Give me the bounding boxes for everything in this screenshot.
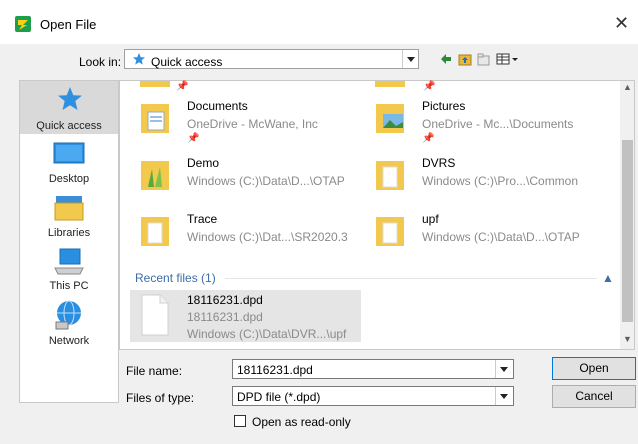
chevron-down-icon (500, 394, 508, 399)
close-icon[interactable]: ✕ (614, 13, 629, 34)
recent-file-path: Windows (C:)\Data\DVR...\upf (187, 327, 347, 341)
pin-icon[interactable]: 📌 (422, 133, 434, 144)
sidebar-item-libraries[interactable]: Libraries (20, 194, 118, 242)
files-of-type-select[interactable]: DPD file (*.dpd) (232, 386, 514, 406)
open-button[interactable]: Open (552, 357, 636, 380)
folder-item-dvrs[interactable]: DVRS Windows (C:)\Pro...\Common (371, 153, 611, 203)
scroll-up-icon[interactable]: ▲ (623, 82, 632, 92)
sidebar-item-this-pc[interactable]: This PC (20, 248, 118, 296)
file-name-dropdown-button[interactable] (495, 360, 511, 378)
folder-icon (141, 217, 169, 246)
star-icon (58, 87, 82, 110)
folder-item-upf[interactable]: upf Windows (C:)\Data\D...\OTAP (371, 209, 611, 259)
up-folder-icon[interactable] (458, 52, 472, 66)
folder-path: Windows (C:)\Dat...\SR2020.3 (187, 230, 348, 244)
files-of-type-label: Files of type: (126, 391, 195, 405)
folder-item-documents[interactable]: Documents OneDrive - McWane, Inc 📌 (136, 96, 366, 146)
files-of-type-value: DPD file (*.dpd) (237, 390, 321, 404)
documents-folder-icon (141, 104, 169, 133)
pin-icon[interactable]: 📌 (423, 81, 435, 92)
sidebar-item-network[interactable]: Network (20, 300, 118, 350)
folder-icon (375, 81, 405, 87)
quick-access-star-icon (133, 53, 145, 65)
app-icon (15, 16, 31, 32)
document-icon (141, 294, 169, 336)
divider (225, 278, 597, 279)
back-arrow-icon[interactable] (440, 52, 452, 66)
folder-path: Windows (C:)\Data\D...\OTAP (187, 174, 345, 188)
recent-file-name: 18116231.dpd (187, 293, 263, 307)
sidebar-item-label: Libraries (47, 227, 91, 239)
file-name-input[interactable]: 18116231.dpd (232, 359, 514, 379)
window-title: Open File (40, 17, 97, 32)
folder-name: Trace (187, 212, 218, 226)
sidebar-item-quick-access[interactable]: Quick access (20, 86, 118, 134)
folder-item-demo[interactable]: Demo Windows (C:)\Data\D...\OTAP (136, 153, 366, 203)
sidebar-item-label: Network (48, 335, 90, 347)
look-in-value: Quick access (151, 55, 223, 69)
look-in-label: Look in: (79, 55, 122, 69)
libraries-icon (54, 196, 84, 221)
folder-path: Windows (C:)\Data\D...\OTAP (422, 230, 580, 244)
cancel-button[interactable]: Cancel (552, 385, 636, 408)
folder-name: Demo (187, 156, 220, 170)
read-only-checkbox[interactable] (234, 415, 246, 427)
pin-icon[interactable]: 📌 (187, 133, 199, 144)
read-only-label: Open as read-only (252, 415, 351, 429)
folder-name: upf (422, 212, 439, 226)
folder-item-trace[interactable]: Trace Windows (C:)\Dat...\SR2020.3 (136, 209, 366, 259)
recent-file-sub: 18116231.dpd (187, 310, 263, 324)
sidebar-item-label: This PC (49, 280, 89, 292)
collapse-caret-icon[interactable]: ▲ (602, 271, 614, 285)
folder-path: Windows (C:)\Pro...\Common (422, 174, 579, 188)
recent-files-header[interactable]: Recent files (1) (135, 271, 216, 285)
view-menu-icon[interactable] (496, 52, 520, 66)
scrollbar-thumb[interactable] (622, 140, 633, 322)
sidebar-item-label: Quick access (36, 120, 102, 132)
folder-path: OneDrive - McWane, Inc (187, 117, 318, 131)
sidebar-item-label: Desktop (48, 173, 90, 185)
folder-icon (140, 81, 170, 87)
desktop-icon (53, 142, 85, 164)
sidebar-item-desktop[interactable]: Desktop (20, 140, 118, 188)
chevron-down-icon (500, 367, 508, 372)
chevron-down-icon (407, 57, 415, 62)
folder-icon (376, 161, 404, 190)
folder-name: Documents (187, 99, 248, 113)
demo-folder-icon (141, 161, 169, 190)
file-name-label: File name: (126, 364, 183, 378)
pictures-folder-icon (376, 104, 404, 133)
folder-name: DVRS (422, 156, 456, 170)
computer-icon (54, 248, 84, 275)
files-of-type-dropdown-button[interactable] (495, 387, 511, 405)
folder-name: Pictures (422, 99, 466, 113)
file-name-value: 18116231.dpd (237, 363, 313, 377)
pin-icon[interactable]: 📌 (176, 81, 188, 92)
folder-icon (376, 217, 404, 246)
look-in-dropdown-button[interactable] (402, 50, 418, 68)
folder-path: OneDrive - Mc...\Documents (422, 117, 574, 131)
scroll-down-icon[interactable]: ▼ (623, 334, 632, 344)
network-icon (55, 300, 81, 330)
new-folder-icon[interactable] (477, 52, 490, 66)
folder-item-pictures[interactable]: Pictures OneDrive - Mc...\Documents 📌 (371, 96, 611, 146)
